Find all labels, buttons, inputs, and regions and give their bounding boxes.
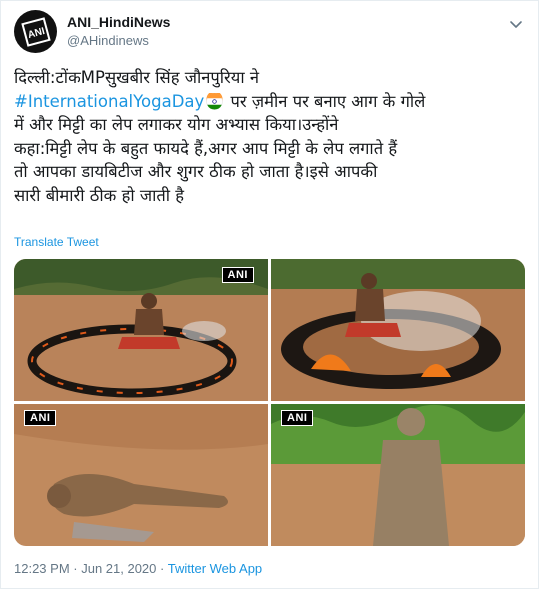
separator: · — [69, 561, 82, 576]
user-handle[interactable]: @AHindinews — [67, 33, 149, 48]
photo-lying-in-mud[interactable]: ANI — [14, 404, 268, 546]
translate-tweet-link[interactable]: Translate Tweet — [14, 235, 99, 249]
tweet-date[interactable]: Jun 21, 2020 — [81, 561, 156, 576]
media-grid: ANI ANI ANI — [14, 259, 525, 546]
ani-watermark: ANI — [281, 410, 314, 426]
photo-fire-ring-smoke[interactable] — [271, 259, 525, 401]
tweet-source-link[interactable]: Twitter Web App — [168, 561, 262, 576]
tweet-line: तो आपका डायबिटीज और शुगर ठीक हो जाता है।… — [14, 162, 378, 181]
photo-fire-ring-meditation[interactable]: ANI — [14, 259, 268, 401]
ani-logo-icon: ANI — [20, 16, 51, 47]
ani-watermark: ANI — [24, 410, 57, 426]
tweet-line: में और मिट्टी का लेप लगाकर योग अभ्यास कि… — [14, 115, 339, 134]
photo-mud-covered-standing[interactable]: ANI — [271, 404, 525, 546]
tweet-header: ANI ANI_HindiNews @AHindinews — [14, 10, 526, 54]
tweet-meta: 12:23 PM · Jun 21, 2020 · Twitter Web Ap… — [14, 561, 262, 576]
avatar[interactable]: ANI — [14, 10, 57, 53]
tweet-line: कहा:मिट्टी लेप के बहुत फायदे हैं,अगर आप … — [14, 138, 398, 158]
hashtag-link[interactable]: #InternationalYogaDay — [14, 92, 204, 111]
chevron-down-icon[interactable] — [508, 16, 524, 32]
ani-watermark: ANI — [221, 267, 254, 283]
tweet-time[interactable]: 12:23 PM — [14, 561, 70, 576]
svg-text:ANI: ANI — [26, 25, 46, 40]
tweet-line-rest: पर ज़मीन पर बनाए आग के गोले — [225, 91, 426, 111]
tweet-line: दिल्ली:टोंकMPसुखबीर सिंह जौनपुरिया ने — [14, 68, 260, 87]
display-name[interactable]: ANI_HindiNews — [67, 14, 170, 30]
india-flag-icon — [206, 92, 224, 110]
tweet-text: दिल्ली:टोंकMPसुखबीर सिंह जौनपुरिया ने #I… — [14, 66, 526, 207]
tweet-line: #InternationalYogaDay पर ज़मीन पर बनाए आ… — [14, 90, 526, 114]
tweet-line: सारी बीमारी ठीक हो जाती है — [14, 185, 185, 205]
separator: · — [156, 561, 168, 576]
